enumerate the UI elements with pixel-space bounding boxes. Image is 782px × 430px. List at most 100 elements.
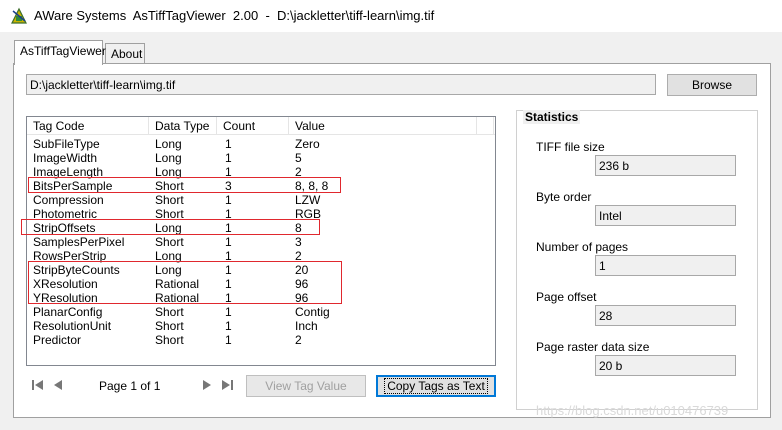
table-row[interactable]: SamplesPerPixel Short 1 3 bbox=[27, 235, 495, 249]
cell-count: 1 bbox=[225, 151, 232, 165]
cell-data-type: Short bbox=[155, 207, 184, 221]
cell-data-type: Long bbox=[155, 221, 182, 235]
stat-label-page-offset: Page offset bbox=[536, 290, 597, 304]
cell-tag-code: YResolution bbox=[33, 291, 98, 305]
cell-data-type: Long bbox=[155, 165, 182, 179]
cell-value: 2 bbox=[295, 249, 302, 263]
cell-value: 96 bbox=[295, 277, 309, 291]
cell-data-type: Long bbox=[155, 137, 182, 151]
cell-tag-code: RowsPerStrip bbox=[33, 249, 107, 263]
cell-tag-code: StripOffsets bbox=[33, 221, 96, 235]
cell-count: 1 bbox=[225, 263, 232, 277]
cell-count: 1 bbox=[225, 291, 232, 305]
cell-count: 1 bbox=[225, 137, 232, 151]
cell-count: 1 bbox=[225, 165, 232, 179]
table-row[interactable]: YResolution Rational 1 96 bbox=[27, 291, 495, 305]
stat-label-byte-order: Byte order bbox=[536, 190, 592, 204]
table-row[interactable]: SubFileType Long 1 Zero bbox=[27, 137, 495, 151]
page-indicator: Page 1 of 1 bbox=[99, 379, 161, 393]
cell-data-type: Short bbox=[155, 333, 184, 347]
tab-astifftagviewer[interactable]: AsTiffTagViewer bbox=[14, 40, 106, 65]
column-header-count[interactable]: Count bbox=[217, 117, 289, 135]
cell-data-type: Short bbox=[155, 235, 184, 249]
cell-data-type: Rational bbox=[155, 277, 200, 291]
cell-value: 3 bbox=[295, 235, 302, 249]
cell-tag-code: SubFileType bbox=[33, 137, 100, 151]
cell-tag-code: BitsPerSample bbox=[33, 179, 113, 193]
table-row[interactable]: ImageWidth Long 1 5 bbox=[27, 151, 495, 165]
column-header-filler bbox=[477, 117, 494, 135]
stat-label-raster-data-size: Page raster data size bbox=[536, 340, 650, 354]
table-row[interactable]: Predictor Short 1 2 bbox=[27, 333, 495, 347]
table-row[interactable]: RowsPerStrip Long 1 2 bbox=[27, 249, 495, 263]
view-tag-value-button[interactable]: View Tag Value bbox=[246, 375, 366, 397]
cell-count: 1 bbox=[225, 277, 232, 291]
browse-button[interactable]: Browse bbox=[667, 74, 757, 96]
cell-count: 1 bbox=[225, 207, 232, 221]
table-row[interactable]: Compression Short 1 LZW bbox=[27, 193, 495, 207]
cell-value: 96 bbox=[295, 291, 309, 305]
next-page-icon[interactable] bbox=[200, 379, 214, 391]
cell-data-type: Short bbox=[155, 179, 184, 193]
tag-list-header: Tag Code Data Type Count Value bbox=[27, 117, 495, 135]
cell-count: 1 bbox=[225, 249, 232, 263]
first-page-icon[interactable] bbox=[31, 379, 45, 391]
file-path-field[interactable]: D:\jackletter\tiff-learn\img.tif bbox=[26, 74, 656, 95]
cell-data-type: Short bbox=[155, 305, 184, 319]
cell-value: 20 bbox=[295, 263, 309, 277]
cell-tag-code: ImageWidth bbox=[33, 151, 98, 165]
cell-tag-code: ImageLength bbox=[33, 165, 104, 179]
app-window: AWare Systems AsTiffTagViewer 2.00 - D:\… bbox=[0, 0, 782, 430]
watermark-text: https://blog.csdn.net/u010476739 bbox=[536, 403, 729, 418]
stat-value-raster-data-size[interactable]: 20 b bbox=[595, 355, 736, 376]
tag-list-view[interactable]: Tag Code Data Type Count Value SubFileTy… bbox=[26, 116, 496, 366]
cell-value: Zero bbox=[295, 137, 320, 151]
cell-tag-code: PlanarConfig bbox=[33, 305, 103, 319]
cell-tag-code: XResolution bbox=[33, 277, 98, 291]
column-header-data-type[interactable]: Data Type bbox=[149, 117, 217, 135]
window-title: AWare Systems AsTiffTagViewer 2.00 - D:\… bbox=[34, 8, 435, 23]
cell-value: 8, 8, 8 bbox=[295, 179, 329, 193]
cell-tag-code: StripByteCounts bbox=[33, 263, 120, 277]
table-row[interactable]: XResolution Rational 1 96 bbox=[27, 277, 495, 291]
cell-count: 1 bbox=[225, 193, 232, 207]
stat-label-file-size: TIFF file size bbox=[536, 140, 605, 154]
prev-page-icon[interactable] bbox=[51, 379, 65, 391]
table-row[interactable]: StripByteCounts Long 1 20 bbox=[27, 263, 495, 277]
stat-value-byte-order[interactable]: Intel bbox=[595, 205, 736, 226]
cell-data-type: Long bbox=[155, 249, 182, 263]
cell-count: 1 bbox=[225, 319, 232, 333]
cell-value: 5 bbox=[295, 151, 302, 165]
column-header-value[interactable]: Value bbox=[289, 117, 477, 135]
stat-value-file-size[interactable]: 236 b bbox=[595, 155, 736, 176]
cell-count: 1 bbox=[225, 305, 232, 319]
table-row[interactable]: PlanarConfig Short 1 Contig bbox=[27, 305, 495, 319]
cell-tag-code: Predictor bbox=[33, 333, 82, 347]
table-row[interactable]: ResolutionUnit Short 1 Inch bbox=[27, 319, 495, 333]
stat-value-number-of-pages[interactable]: 1 bbox=[595, 255, 736, 276]
stat-label-number-of-pages: Number of pages bbox=[536, 240, 629, 254]
copy-tags-as-text-button[interactable]: Copy Tags as Text bbox=[376, 375, 496, 397]
copy-tags-label: Copy Tags as Text bbox=[384, 378, 488, 394]
table-row[interactable]: BitsPerSample Short 3 8, 8, 8 bbox=[27, 179, 495, 193]
cell-data-type: Short bbox=[155, 193, 184, 207]
cell-data-type: Short bbox=[155, 319, 184, 333]
column-header-tag-code[interactable]: Tag Code bbox=[27, 117, 149, 135]
cell-value: RGB bbox=[295, 207, 322, 221]
table-row[interactable]: Photometric Short 1 RGB bbox=[27, 207, 495, 221]
stat-value-page-offset[interactable]: 28 bbox=[595, 305, 736, 326]
cell-value: 2 bbox=[295, 165, 302, 179]
table-row[interactable]: ImageLength Long 1 2 bbox=[27, 165, 495, 179]
cell-count: 1 bbox=[225, 235, 232, 249]
last-page-icon[interactable] bbox=[220, 379, 234, 391]
tab-about[interactable]: About bbox=[105, 43, 145, 65]
cell-value: Inch bbox=[295, 319, 318, 333]
cell-tag-code: Compression bbox=[33, 193, 104, 207]
table-row[interactable]: StripOffsets Long 1 8 bbox=[27, 221, 495, 235]
cell-tag-code: ResolutionUnit bbox=[33, 319, 112, 333]
cell-data-type: Long bbox=[155, 263, 182, 277]
cell-value: 8 bbox=[295, 221, 302, 235]
cell-tag-code: SamplesPerPixel bbox=[33, 235, 125, 249]
cell-data-type: Long bbox=[155, 151, 182, 165]
tiff-viewer-app-icon bbox=[11, 7, 27, 24]
